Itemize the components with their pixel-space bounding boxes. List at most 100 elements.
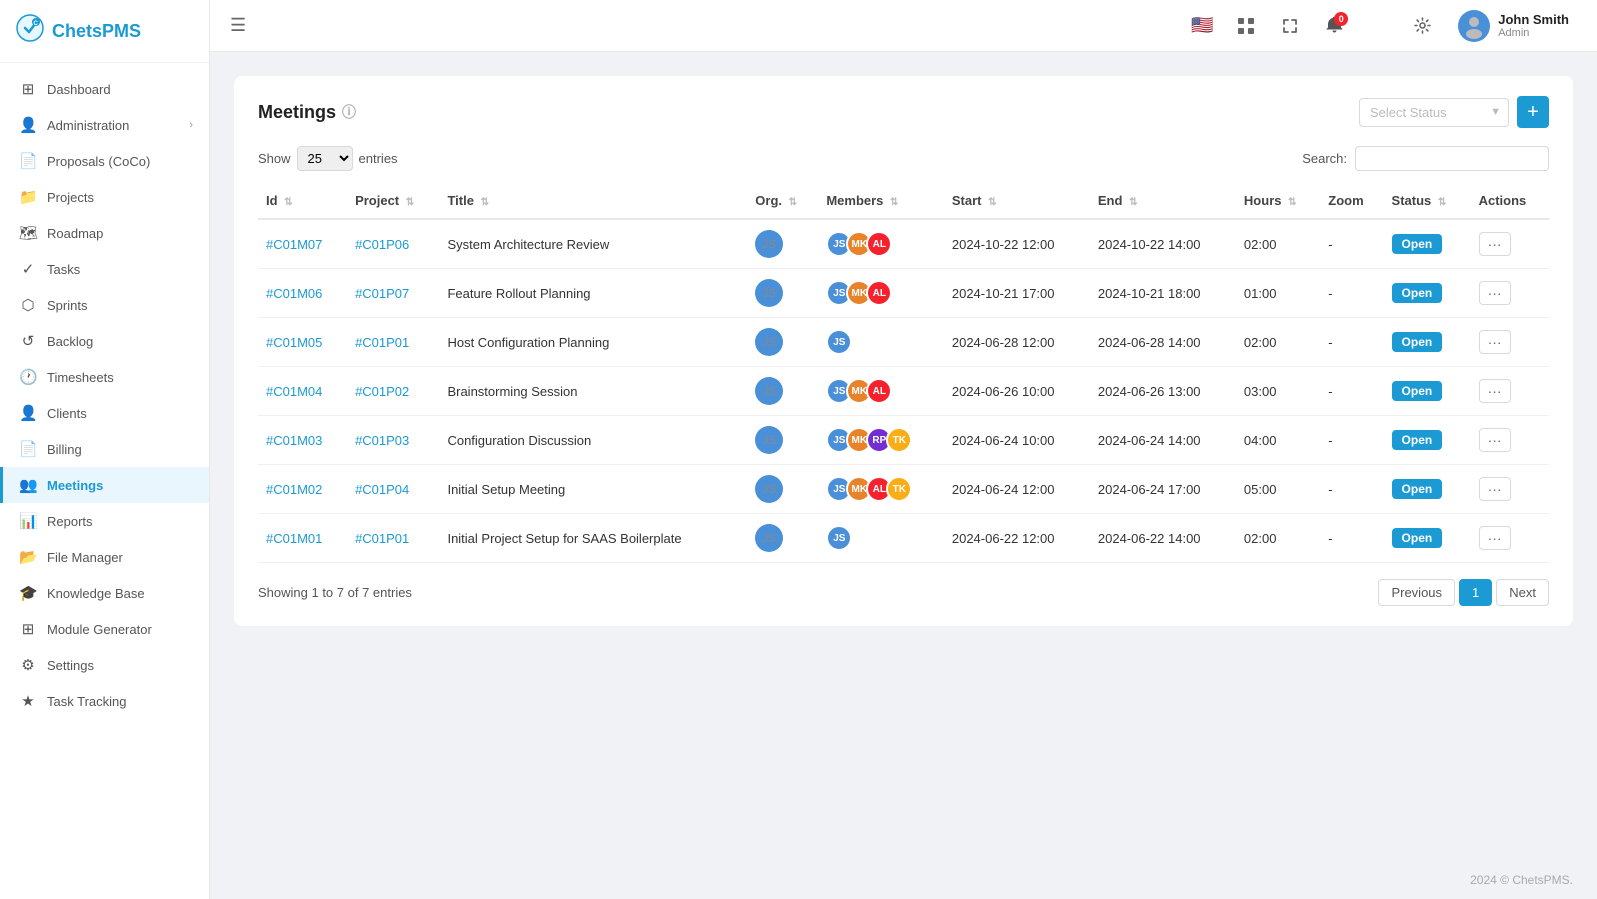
cell-actions[interactable]: ··· (1471, 416, 1549, 465)
sidebar-item-billing[interactable]: 📄 Billing (0, 431, 209, 467)
cell-zoom: - (1320, 219, 1383, 269)
meetings-icon: 👥 (19, 476, 37, 494)
org-avatar: JS (755, 328, 783, 356)
sidebar-item-label: Task Tracking (47, 694, 126, 709)
row-actions-button[interactable]: ··· (1479, 477, 1511, 501)
cell-project[interactable]: #C01P07 (347, 269, 439, 318)
cell-id[interactable]: #C01M03 (258, 416, 347, 465)
settings-icon: ⚙ (19, 656, 37, 674)
cell-project[interactable]: #C01P01 (347, 514, 439, 563)
sidebar-nav: ⊞ Dashboard 👤 Administration › 📄 Proposa… (0, 63, 209, 899)
sidebar-item-administration[interactable]: 👤 Administration › (0, 107, 209, 143)
cell-end: 2024-10-22 14:00 (1090, 219, 1236, 269)
sidebar-item-task-tracking[interactable]: ★ Task Tracking (0, 683, 209, 719)
table-row: #C01M06 #C01P07 Feature Rollout Planning… (258, 269, 1549, 318)
col-title[interactable]: Title ⇅ (439, 183, 747, 219)
col-start[interactable]: Start ⇅ (944, 183, 1090, 219)
col-id[interactable]: Id ⇅ (258, 183, 347, 219)
sidebar-item-clients[interactable]: 👤 Clients (0, 395, 209, 431)
sidebar-item-dashboard[interactable]: ⊞ Dashboard (0, 71, 209, 107)
cell-title: Feature Rollout Planning (439, 269, 747, 318)
previous-page-button[interactable]: Previous (1378, 579, 1455, 606)
cell-members: JS (818, 514, 944, 563)
cell-id[interactable]: #C01M06 (258, 269, 347, 318)
cell-zoom: - (1320, 416, 1383, 465)
row-actions-button[interactable]: ··· (1479, 379, 1511, 403)
sidebar-item-roadmap[interactable]: 🗺 Roadmap (0, 215, 209, 251)
notification-count: 0 (1334, 12, 1348, 26)
col-status[interactable]: Status ⇅ (1384, 183, 1471, 219)
sidebar-item-timesheets[interactable]: 🕐 Timesheets (0, 359, 209, 395)
sidebar-item-label: Reports (47, 514, 93, 529)
sidebar-item-file-manager[interactable]: 📂 File Manager (0, 539, 209, 575)
cell-actions[interactable]: ··· (1471, 269, 1549, 318)
sidebar-item-module-generator[interactable]: ⊞ Module Generator (0, 611, 209, 647)
table-row: #C01M01 #C01P01 Initial Project Setup fo… (258, 514, 1549, 563)
entries-per-page-select[interactable]: 10 25 50 100 (297, 146, 353, 171)
col-end[interactable]: End ⇅ (1090, 183, 1236, 219)
dark-mode-toggle[interactable] (1362, 10, 1394, 42)
sidebar-item-projects[interactable]: 📁 Projects (0, 179, 209, 215)
cell-actions[interactable]: ··· (1471, 514, 1549, 563)
cell-members: JSMKRPTK (818, 416, 944, 465)
cell-project[interactable]: #C01P02 (347, 367, 439, 416)
cell-end: 2024-06-24 14:00 (1090, 416, 1236, 465)
col-org[interactable]: Org. ⇅ (747, 183, 818, 219)
cell-project[interactable]: #C01P01 (347, 318, 439, 367)
cell-id[interactable]: #C01M05 (258, 318, 347, 367)
add-meeting-button[interactable]: + (1517, 96, 1549, 128)
cell-actions[interactable]: ··· (1471, 219, 1549, 269)
sidebar-item-meetings[interactable]: 👥 Meetings (0, 467, 209, 503)
user-role: Admin (1498, 27, 1569, 39)
sidebar-item-tasks[interactable]: ✓ Tasks (0, 251, 209, 287)
row-actions-button[interactable]: ··· (1479, 428, 1511, 452)
settings-gear-button[interactable] (1406, 10, 1438, 42)
page-info-icon[interactable]: ⓘ (342, 102, 356, 122)
fullscreen-icon[interactable] (1274, 10, 1306, 42)
cell-actions[interactable]: ··· (1471, 318, 1549, 367)
cell-project[interactable]: #C01P03 (347, 416, 439, 465)
sidebar-item-knowledge-base[interactable]: 🎓 Knowledge Base (0, 575, 209, 611)
hamburger-menu-button[interactable]: ☰ (230, 15, 246, 36)
cell-title: Initial Project Setup for SAAS Boilerpla… (439, 514, 747, 563)
cell-actions[interactable]: ··· (1471, 465, 1549, 514)
row-actions-button[interactable]: ··· (1479, 281, 1511, 305)
cell-zoom: - (1320, 269, 1383, 318)
module-generator-icon: ⊞ (19, 620, 37, 638)
billing-icon: 📄 (19, 440, 37, 458)
backlog-icon: ↺ (19, 332, 37, 350)
page-1-button[interactable]: 1 (1459, 579, 1492, 606)
cell-actions[interactable]: ··· (1471, 367, 1549, 416)
status-select[interactable]: Select Status Open Closed (1359, 98, 1509, 127)
notification-bell-button[interactable]: 0 (1318, 10, 1350, 42)
cell-hours: 01:00 (1236, 269, 1320, 318)
cell-id[interactable]: #C01M01 (258, 514, 347, 563)
cell-project[interactable]: #C01P04 (347, 465, 439, 514)
flag-icon[interactable]: 🇺🇸 (1186, 10, 1218, 42)
col-members[interactable]: Members ⇅ (818, 183, 944, 219)
header-right-controls: Select Status Open Closed ▼ + (1359, 96, 1549, 128)
cell-id[interactable]: #C01M04 (258, 367, 347, 416)
sidebar-item-settings[interactable]: ⚙ Settings (0, 647, 209, 683)
apps-grid-icon[interactable] (1230, 10, 1262, 42)
cell-project[interactable]: #C01P06 (347, 219, 439, 269)
sidebar-item-sprints[interactable]: ⬡ Sprints (0, 287, 209, 323)
col-actions: Actions (1471, 183, 1549, 219)
cell-id[interactable]: #C01M07 (258, 219, 347, 269)
cell-start: 2024-06-24 10:00 (944, 416, 1090, 465)
cell-id[interactable]: #C01M02 (258, 465, 347, 514)
user-menu-button[interactable]: John Smith Admin (1450, 6, 1577, 46)
next-page-button[interactable]: Next (1496, 579, 1549, 606)
row-actions-button[interactable]: ··· (1479, 330, 1511, 354)
col-hours[interactable]: Hours ⇅ (1236, 183, 1320, 219)
sidebar-item-proposals[interactable]: 📄 Proposals (CoCo) (0, 143, 209, 179)
cell-start: 2024-10-21 17:00 (944, 269, 1090, 318)
col-project[interactable]: Project ⇅ (347, 183, 439, 219)
row-actions-button[interactable]: ··· (1479, 232, 1511, 256)
sidebar-item-reports[interactable]: 📊 Reports (0, 503, 209, 539)
page-title: Meetings ⓘ (258, 102, 356, 123)
sidebar-item-backlog[interactable]: ↺ Backlog (0, 323, 209, 359)
search-input[interactable] (1355, 146, 1549, 171)
row-actions-button[interactable]: ··· (1479, 526, 1511, 550)
content-area: Meetings ⓘ Select Status Open Closed ▼ + (210, 52, 1597, 861)
